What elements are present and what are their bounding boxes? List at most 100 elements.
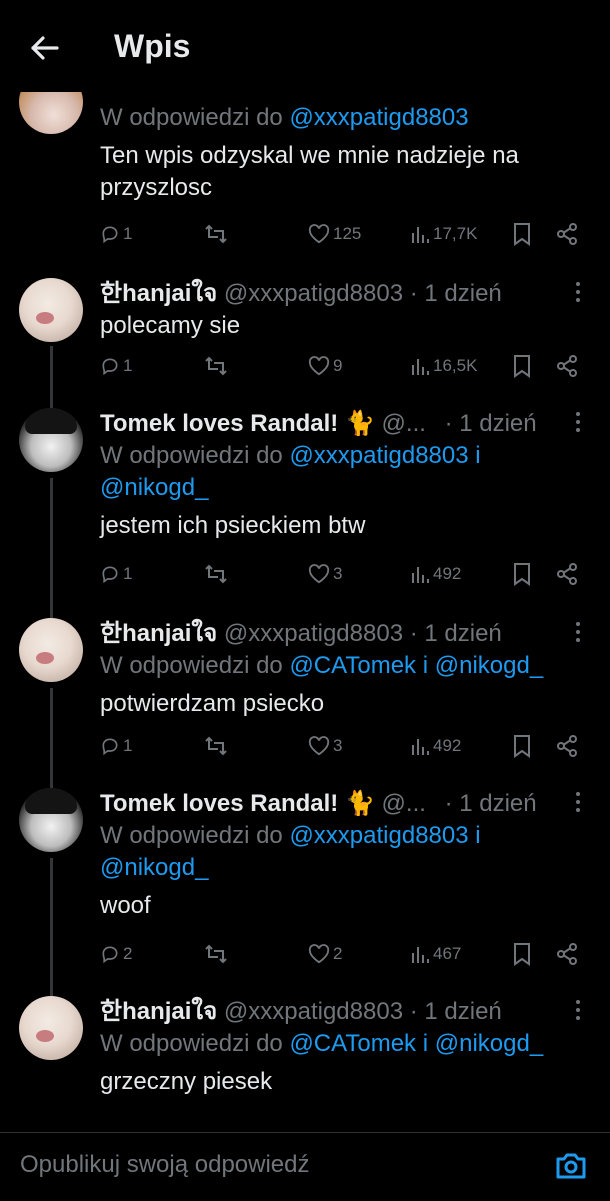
reply-input[interactable]: Opublikuj swoją odpowiedź <box>20 1151 310 1179</box>
mention-link[interactable]: @CATomek <box>289 652 416 679</box>
post-header: 한hanjaiใจ @xxxpatigd8803 · 1 dzień <box>100 618 590 650</box>
timestamp: · 1 dzień <box>409 280 502 307</box>
mention-link[interactable]: @nikogd_ <box>100 854 208 881</box>
heart-icon <box>308 944 330 964</box>
more-icon[interactable] <box>574 790 582 814</box>
avatar[interactable] <box>19 618 83 682</box>
display-name[interactable]: Tomek loves Randal! <box>100 790 338 817</box>
post-actions: 1 9 16,5K <box>100 352 590 380</box>
post-actions: 1 3 492 <box>100 732 590 760</box>
repost-icon <box>205 564 227 584</box>
username[interactable]: @xxxpatigd8803 <box>224 620 403 647</box>
reply-button[interactable]: 1 <box>100 732 132 760</box>
bookmark-button[interactable] <box>512 220 532 248</box>
post-text: Ten wpis odzyskal we mnie nadzieje na pr… <box>100 142 519 201</box>
post-text: woof <box>100 892 151 919</box>
views-button[interactable]: 492 <box>410 732 461 760</box>
views-button[interactable]: 467 <box>410 940 461 968</box>
reply-button[interactable]: 1 <box>100 560 132 588</box>
heart-icon <box>308 356 330 376</box>
more-icon[interactable] <box>574 410 582 434</box>
like-button[interactable]: 3 <box>308 560 342 588</box>
share-icon <box>557 735 577 757</box>
mention-link[interactable]: @xxxpatigd8803 <box>289 104 468 131</box>
post-actions: 2 2 467 <box>100 940 590 968</box>
repost-button[interactable] <box>204 732 228 760</box>
bookmark-button[interactable] <box>512 732 532 760</box>
back-arrow-icon[interactable] <box>26 30 62 66</box>
heart-icon <box>308 736 330 756</box>
share-button[interactable] <box>556 352 578 380</box>
more-icon[interactable] <box>574 280 582 304</box>
conversation-feed: W odpowiedzi do @xxxpatigd8803 Ten wpis … <box>0 0 610 1132</box>
heart-icon <box>308 224 330 244</box>
thread-line <box>50 346 53 408</box>
views-button[interactable]: 16,5K <box>410 352 477 380</box>
username[interactable]: @... <box>382 410 426 437</box>
display-name[interactable]: 한hanjaiใจ <box>100 620 217 647</box>
reply-icon <box>102 738 118 756</box>
avatar[interactable] <box>19 788 83 852</box>
timestamp: · 1 dzień <box>444 790 537 817</box>
thread-line <box>50 478 53 618</box>
bookmark-icon <box>514 735 530 758</box>
reply-button[interactable]: 1 <box>100 220 132 248</box>
share-icon <box>557 563 577 585</box>
bookmark-button[interactable] <box>512 940 532 968</box>
mention-link[interactable]: @xxxpatigd8803 <box>289 822 468 849</box>
username[interactable]: @... <box>382 790 426 817</box>
share-button[interactable] <box>556 220 578 248</box>
repost-icon <box>205 224 227 244</box>
top-bar: Wpis <box>0 0 610 92</box>
like-button[interactable]: 3 <box>308 732 342 760</box>
share-button[interactable] <box>556 560 578 588</box>
reply-icon <box>102 226 118 244</box>
bookmark-icon <box>514 943 530 966</box>
views-icon <box>412 567 429 583</box>
like-button[interactable]: 9 <box>308 352 342 380</box>
avatar[interactable] <box>19 996 83 1060</box>
post-header: 한hanjaiใจ @xxxpatigd8803 · 1 dzień <box>100 278 590 310</box>
bookmark-button[interactable] <box>512 560 532 588</box>
reply-icon <box>102 946 118 964</box>
more-icon[interactable] <box>574 620 582 644</box>
thread-line <box>50 858 53 996</box>
display-name[interactable]: Tomek loves Randal! <box>100 410 338 437</box>
post-text: potwierdzam psiecko <box>100 690 325 717</box>
views-button[interactable]: 17,7K <box>410 220 477 248</box>
mention-link[interactable]: @CATomek <box>289 1030 416 1057</box>
like-button[interactable]: 125 <box>308 220 361 248</box>
bookmark-button[interactable] <box>512 352 532 380</box>
mention-link[interactable]: @nikogd_ <box>435 1030 543 1057</box>
repost-button[interactable] <box>204 352 228 380</box>
avatar[interactable] <box>19 408 83 472</box>
repost-button[interactable] <box>204 220 228 248</box>
mention-link[interactable]: @nikogd_ <box>100 474 208 501</box>
views-button[interactable]: 492 <box>410 560 461 588</box>
heart-icon <box>308 564 330 584</box>
mention-link[interactable]: @nikogd_ <box>435 652 543 679</box>
repost-icon <box>205 944 227 964</box>
share-icon <box>557 943 577 965</box>
share-button[interactable] <box>556 732 578 760</box>
display-name[interactable]: 한hanjaiใจ <box>100 998 217 1025</box>
reply-button[interactable]: 1 <box>100 352 132 380</box>
repost-button[interactable] <box>204 560 228 588</box>
username[interactable]: @xxxpatigd8803 <box>224 280 403 307</box>
share-button[interactable] <box>556 940 578 968</box>
repost-button[interactable] <box>204 940 228 968</box>
avatar[interactable] <box>19 278 83 342</box>
reply-context: W odpowiedzi do @xxxpatigd8803 i @nikogd… <box>100 822 481 881</box>
post-text: jestem ich psieckiem btw <box>100 512 366 539</box>
display-name[interactable]: 한hanjaiใจ <box>100 280 217 307</box>
timestamp: · 1 dzień <box>409 998 502 1025</box>
username[interactable]: @xxxpatigd8803 <box>224 998 403 1025</box>
bookmark-icon <box>514 223 530 246</box>
like-button[interactable]: 2 <box>308 940 342 968</box>
more-icon[interactable] <box>574 998 582 1022</box>
timestamp: · 1 dzień <box>409 620 502 647</box>
mention-link[interactable]: @xxxpatigd8803 <box>289 442 468 469</box>
camera-icon[interactable] <box>554 1149 588 1183</box>
views-icon <box>412 947 429 963</box>
reply-button[interactable]: 2 <box>100 940 132 968</box>
